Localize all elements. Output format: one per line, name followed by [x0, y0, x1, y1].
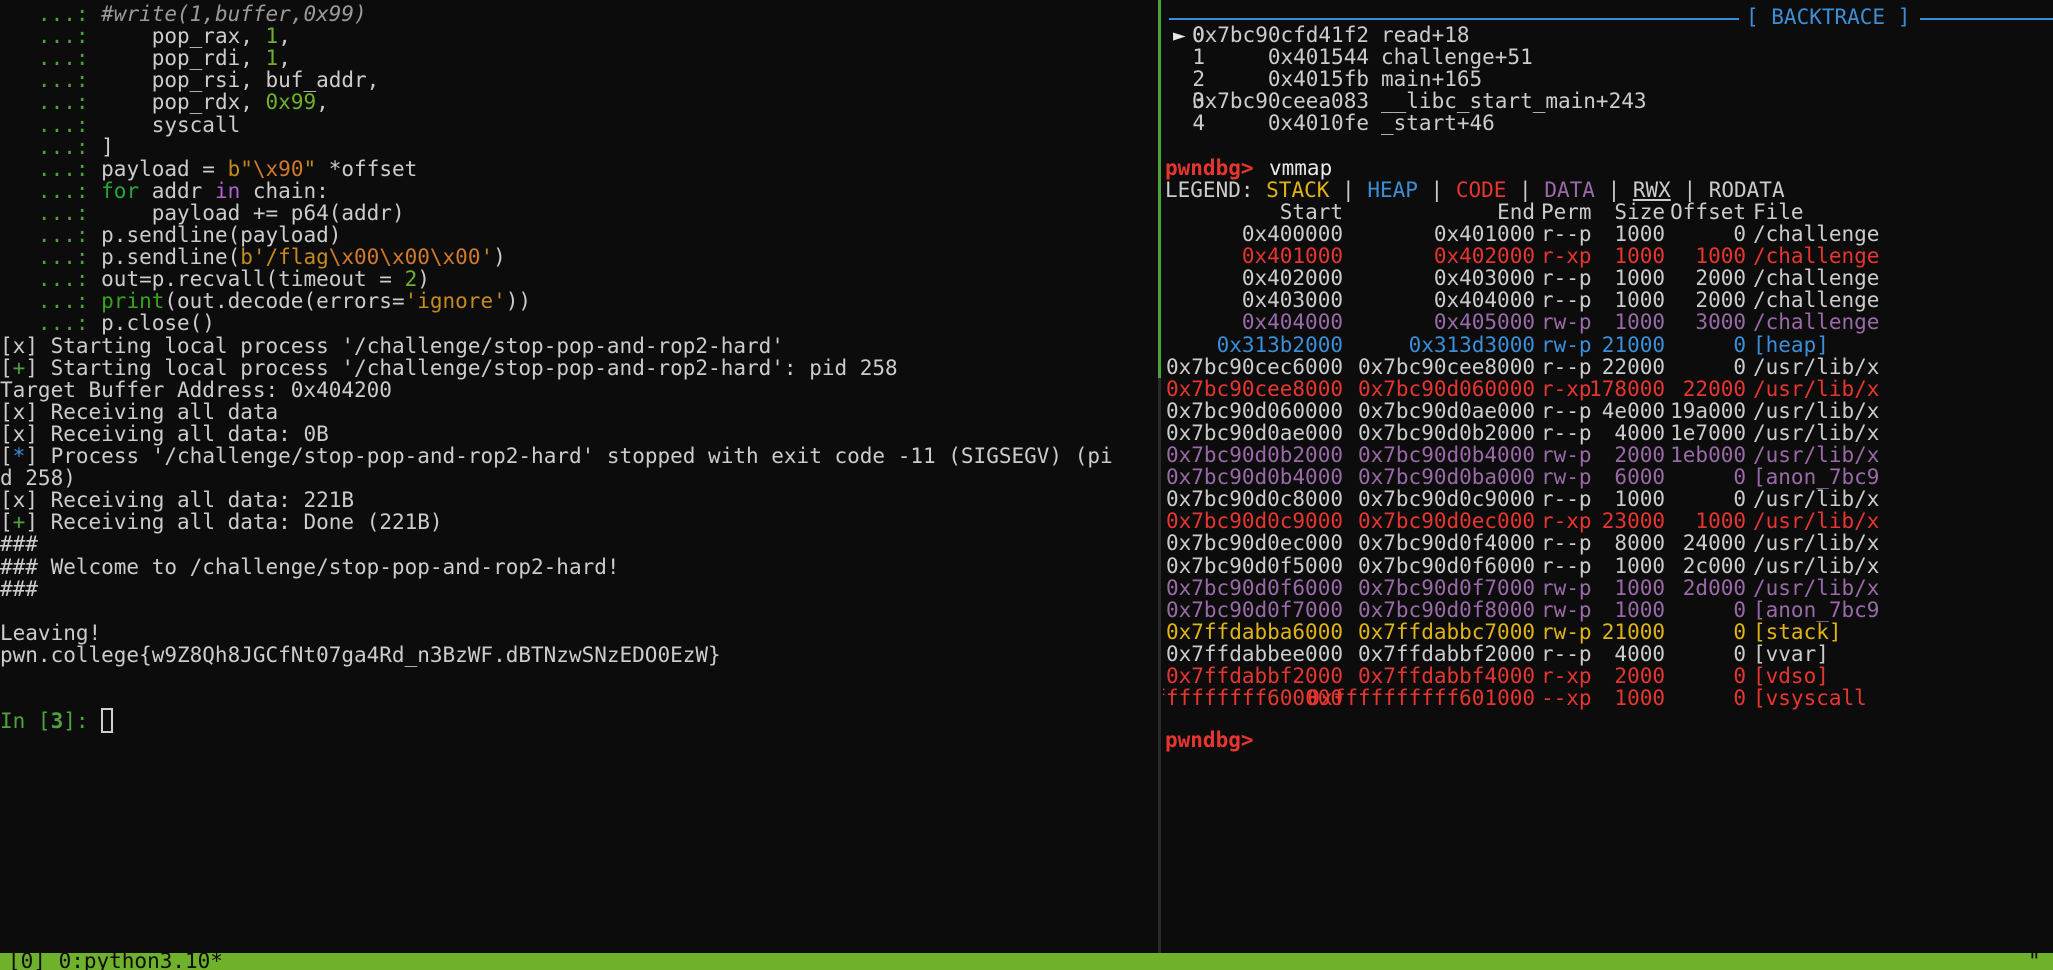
output-text: ###	[0, 576, 38, 601]
vmmap-perm: --xp	[1541, 686, 1592, 711]
backtrace-rule-left	[1169, 18, 1739, 20]
vmmap-size: 1000	[1614, 686, 1665, 711]
ipython-pane[interactable]: ...: #write(1,buffer,0x99) ...: pop_rax,…	[0, 0, 1158, 953]
output-text: pwn.college{w9Z8Qh8JGCfNt07ga4Rd_n3BzWF.…	[0, 642, 721, 667]
frame-symbol: _start+46	[1381, 111, 1495, 136]
output-line: ### Welcome to /challenge/stop-pop-and-r…	[0, 553, 620, 582]
code-text: ))	[505, 289, 532, 314]
input-line[interactable]: In [3]:	[0, 707, 114, 736]
pwndbg-pane[interactable]: [ BACKTRACE ] ► 0 0x7bc90cfd41f2 read+18 1 0x…	[1163, 0, 2053, 953]
tmux-window-list[interactable]: [0] 0:python3.10*	[8, 953, 223, 970]
in-prompt: In [	[0, 709, 51, 734]
tmux-status-bar: [0] 0:python3.10* "	[0, 953, 2053, 970]
vmmap-file: [vsyscall	[1753, 686, 1867, 711]
vmmap-end: 0xffffffffff601000	[1307, 686, 1535, 711]
frame-address: 0x4010fe	[1267, 111, 1369, 136]
pwndbg-prompt-final: pwndbg>	[1165, 728, 1254, 752]
vmmap-row[interactable]: 0xffffffffff6000000xffffffffff601000--xp…	[1163, 684, 2053, 713]
tmux-status-right: "	[2028, 953, 2041, 970]
output-line: [*] Process '/challenge/stop-pop-and-rop…	[0, 442, 1113, 471]
frame-index: 4	[1192, 111, 1205, 136]
backtrace-frame[interactable]: 4 0x4010fe _start+46	[1163, 109, 2053, 138]
code-text: ,	[316, 90, 329, 115]
pane-divider[interactable]	[1158, 0, 1161, 953]
output-text: ### Welcome to /challenge/stop-pop-and-r…	[0, 554, 620, 579]
pwndbg-prompt-line[interactable]: pwndbg>	[1163, 726, 2053, 755]
backtrace-rule-right	[1920, 18, 2053, 20]
in-prompt-number: 3	[50, 709, 64, 734]
in-prompt: ]:	[63, 709, 102, 734]
text-cursor[interactable]	[101, 708, 114, 734]
output-line: ###	[0, 575, 38, 604]
vmmap-offset: 0	[1733, 686, 1746, 711]
code-text: *offset	[316, 156, 418, 181]
output-text: Process '/challenge/stop-pop-and-rop2-ha…	[37, 444, 1113, 468]
code-number: 0x99	[265, 90, 317, 115]
code-string: 'ignore'	[404, 289, 506, 314]
code-string: '	[480, 245, 494, 270]
output-text: Receiving all data: Done (221B)	[37, 510, 443, 535]
code-text: )	[493, 245, 506, 270]
output-line: pwn.college{w9Z8Qh8JGCfNt07ga4Rd_n3BzWF.…	[0, 641, 721, 670]
code-text: syscall	[101, 112, 241, 137]
output-line: [+] Receiving all data: Done (221B)	[0, 508, 443, 537]
